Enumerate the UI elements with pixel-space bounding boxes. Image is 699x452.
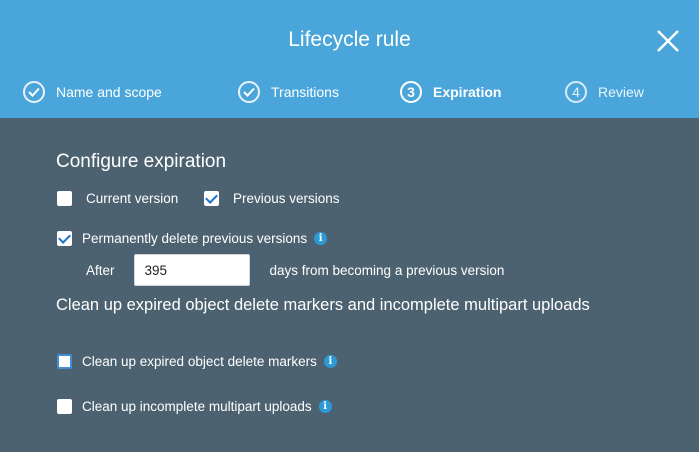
previous-versions-option[interactable]: Previous versions xyxy=(204,191,340,206)
section-title-cleanup: Clean up expired object delete markers a… xyxy=(56,296,590,314)
multipart-label: Clean up incomplete multipart uploads xyxy=(82,399,312,414)
current-version-option[interactable]: Current version xyxy=(57,191,178,206)
days-suffix-label: days from becoming a previous version xyxy=(269,262,505,278)
previous-versions-label: Previous versions xyxy=(233,191,340,206)
current-version-checkbox[interactable] xyxy=(57,191,72,206)
multipart-checkbox[interactable] xyxy=(57,399,72,414)
close-icon[interactable] xyxy=(656,29,680,53)
info-icon[interactable]: i xyxy=(314,232,328,245)
dialog-body: Configure expiration Current version Pre… xyxy=(0,118,699,452)
delete-markers-label: Clean up expired object delete markers xyxy=(82,354,317,369)
step-name-and-scope[interactable]: Name and scope xyxy=(23,78,162,106)
info-icon[interactable]: i xyxy=(323,355,337,368)
step-review[interactable]: 4 Review xyxy=(565,78,644,106)
step-label: Expiration xyxy=(433,84,502,100)
current-version-label: Current version xyxy=(86,191,179,206)
section-title-configure-expiration: Configure expiration xyxy=(56,151,227,172)
step-label: Review xyxy=(598,84,644,100)
permanently-delete-option[interactable]: Permanently delete previous versions i xyxy=(57,231,328,246)
step-expiration[interactable]: 3 Expiration xyxy=(400,78,501,106)
after-label: After xyxy=(86,262,115,278)
delete-markers-option[interactable]: Clean up expired object delete markers i xyxy=(57,354,337,369)
permanently-delete-label: Permanently delete previous versions xyxy=(82,231,308,246)
permanently-delete-checkbox[interactable] xyxy=(57,231,72,246)
step-label: Name and scope xyxy=(56,84,162,100)
multipart-option[interactable]: Clean up incomplete multipart uploads i xyxy=(57,399,332,414)
dialog-title: Lifecycle rule xyxy=(288,28,411,51)
info-icon[interactable]: i xyxy=(318,400,332,413)
days-field-row: After days from becoming a previous vers… xyxy=(86,254,504,286)
step-label: Transitions xyxy=(271,84,339,100)
dialog-header: Lifecycle rule Name and scope Transition… xyxy=(0,0,699,118)
days-input[interactable] xyxy=(133,254,250,286)
step-number: 3 xyxy=(400,81,422,103)
step-transitions[interactable]: Transitions xyxy=(238,78,339,106)
check-circle-icon xyxy=(23,81,45,103)
step-number: 4 xyxy=(565,81,587,103)
check-circle-icon xyxy=(238,81,260,103)
delete-markers-checkbox[interactable] xyxy=(57,354,72,369)
previous-versions-checkbox[interactable] xyxy=(204,191,219,206)
